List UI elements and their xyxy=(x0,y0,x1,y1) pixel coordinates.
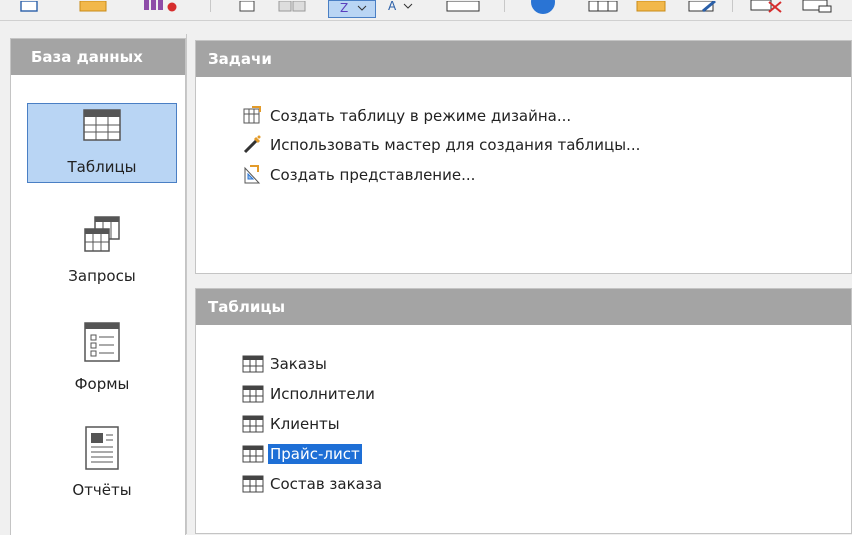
table-row-selected[interactable]: Прайс-лист xyxy=(242,441,362,467)
tables-list-panel-title: Таблицы xyxy=(196,289,851,325)
table-icon xyxy=(242,443,268,465)
nav-label-reports: Отчёты xyxy=(72,481,132,499)
nav-label-forms: Формы xyxy=(74,375,130,393)
svg-text:Z: Z xyxy=(340,2,348,15)
table-icon xyxy=(242,473,268,495)
delete-table-icon[interactable] xyxy=(748,0,784,14)
folder-icon[interactable] xyxy=(78,0,108,14)
tasks-panel: Задачи Создать таблицу в режиме дизайна.… xyxy=(195,40,852,274)
chart-icon[interactable] xyxy=(140,0,180,14)
grid-icon[interactable] xyxy=(586,0,620,14)
rename-table-icon[interactable] xyxy=(800,0,834,14)
create-view-icon xyxy=(242,164,268,186)
table-name: Состав заказа xyxy=(270,475,383,493)
design-table-icon xyxy=(242,105,268,127)
table-row[interactable]: Клиенты xyxy=(242,411,342,437)
table-name: Заказы xyxy=(270,355,327,373)
table-icon xyxy=(242,413,268,435)
task-create-view-label: Создать представление... xyxy=(270,166,476,184)
task-create-table-design[interactable]: Создать таблицу в режиме дизайна... xyxy=(242,103,573,129)
sort-icon[interactable]: Z xyxy=(328,0,376,18)
svg-text:A: A xyxy=(388,0,397,13)
tables-list-panel: Таблицы Заказы Исполнители Клиенты Прайс… xyxy=(195,288,852,534)
toolbar: Z A xyxy=(0,0,852,21)
forms-icon xyxy=(82,321,122,367)
table-name: Прайс-лист xyxy=(268,444,362,464)
nav-item-queries[interactable]: Запросы xyxy=(27,211,177,291)
nav-label-queries: Запросы xyxy=(68,267,136,285)
task-create-table-design-label: Создать таблицу в режиме дизайна... xyxy=(270,107,572,125)
nav-item-forms[interactable]: Формы xyxy=(27,317,177,397)
form-icon[interactable] xyxy=(18,0,40,14)
edit-table-icon[interactable] xyxy=(686,0,720,14)
database-panel-title: База данных xyxy=(11,39,185,75)
task-table-wizard-label: Использовать мастер для создания таблицы… xyxy=(270,136,641,154)
nav-label-tables: Таблицы xyxy=(67,158,137,176)
document-icon[interactable] xyxy=(236,0,258,14)
copy-icon[interactable] xyxy=(276,0,310,14)
task-create-view[interactable]: Создать представление... xyxy=(242,162,477,188)
table-row[interactable]: Заказы xyxy=(242,351,329,377)
wizard-wand-icon xyxy=(242,134,268,156)
task-table-wizard[interactable]: Использовать мастер для создания таблицы… xyxy=(242,132,642,158)
table-icon xyxy=(82,108,122,148)
table-row[interactable]: Состав заказа xyxy=(242,471,384,497)
window-icon[interactable] xyxy=(444,0,482,14)
text-format-icon[interactable]: A xyxy=(384,0,418,14)
help-icon[interactable] xyxy=(526,0,560,14)
open-folder-icon[interactable] xyxy=(634,0,668,14)
table-name: Клиенты xyxy=(270,415,340,433)
table-name: Исполнители xyxy=(270,385,375,403)
tasks-panel-title: Задачи xyxy=(196,41,851,77)
table-row[interactable]: Исполнители xyxy=(242,381,377,407)
database-panel: База данных Таблицы Запросы Формы Отчёты xyxy=(0,34,187,535)
database-panel-inner: База данных Таблицы Запросы Формы Отчёты xyxy=(10,38,186,535)
queries-icon xyxy=(81,215,123,259)
nav-item-tables[interactable]: Таблицы xyxy=(27,103,177,183)
nav-item-reports[interactable]: Отчёты xyxy=(27,421,177,501)
table-icon xyxy=(242,353,268,375)
reports-icon xyxy=(83,425,121,475)
table-icon xyxy=(242,383,268,405)
